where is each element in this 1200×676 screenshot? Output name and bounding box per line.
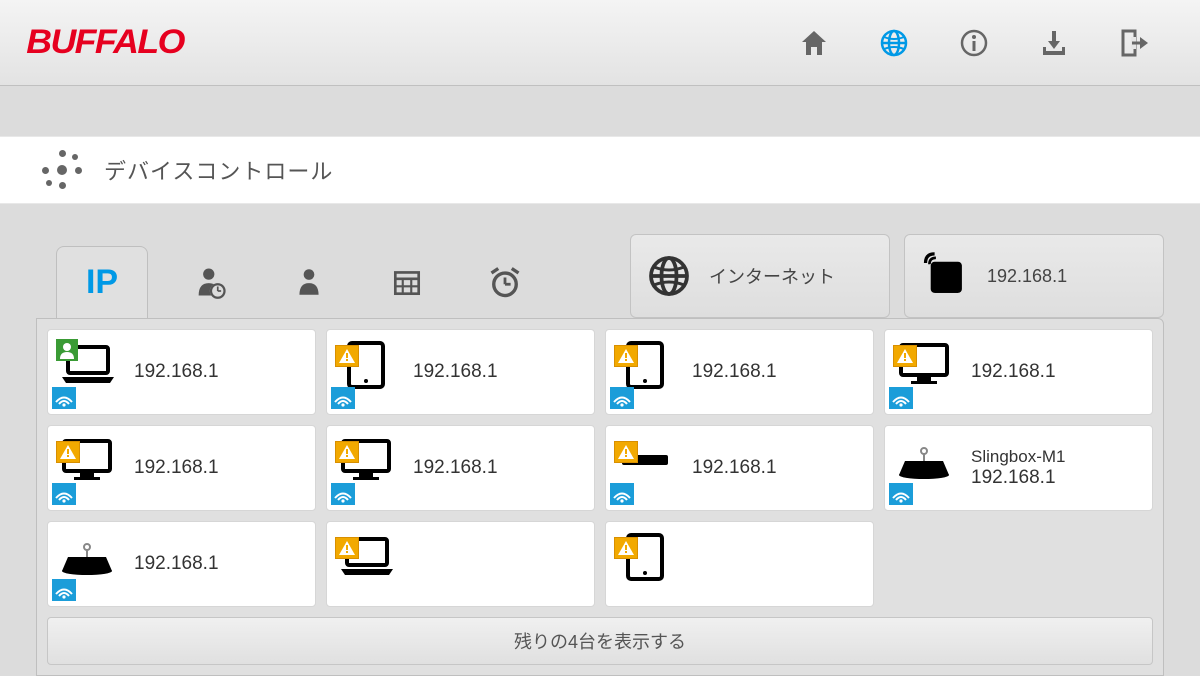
- tab-ip[interactable]: IP: [56, 246, 148, 318]
- internet-label: インターネット: [709, 263, 835, 289]
- router-ip: 192.168.1: [987, 266, 1067, 287]
- tab-person[interactable]: [284, 257, 334, 307]
- device-card[interactable]: [326, 521, 595, 607]
- device-icon: [333, 433, 403, 503]
- top-row: IP インターネット 192.168.1: [36, 234, 1164, 318]
- tab-person-clock[interactable]: [186, 257, 236, 307]
- device-text: 192.168.1: [134, 457, 219, 479]
- user-badge-icon: [56, 339, 78, 361]
- download-icon[interactable]: [1038, 27, 1070, 59]
- router-box[interactable]: 192.168.1: [904, 234, 1164, 318]
- device-icon: [333, 529, 403, 599]
- wifi-badge-icon: [889, 483, 913, 505]
- warning-badge-icon: [335, 537, 359, 559]
- device-text: 192.168.1: [413, 457, 498, 479]
- header-icons: [798, 27, 1170, 59]
- device-icon: [612, 529, 682, 599]
- wifi-badge-icon: [610, 483, 634, 505]
- wifi-badge-icon: [610, 387, 634, 409]
- wifi-badge-icon: [52, 483, 76, 505]
- device-ip: 192.168.1: [134, 457, 219, 479]
- device-icon: [612, 337, 682, 407]
- tabs: IP: [36, 246, 530, 318]
- network-boxes: インターネット 192.168.1: [630, 234, 1164, 318]
- spacer: [0, 86, 1200, 136]
- device-icon: [54, 433, 124, 503]
- home-icon[interactable]: [798, 27, 830, 59]
- device-card[interactable]: 192.168.1: [605, 425, 874, 511]
- device-icon: [54, 337, 124, 407]
- wifi-badge-icon: [331, 387, 355, 409]
- tab-alarm[interactable]: [480, 257, 530, 307]
- warning-badge-icon: [56, 441, 80, 463]
- device-icon: [891, 337, 961, 407]
- warning-badge-icon: [335, 441, 359, 463]
- device-name: Slingbox-M1: [971, 447, 1066, 467]
- device-ip: 192.168.1: [134, 361, 219, 383]
- device-text: Slingbox-M1192.168.1: [971, 447, 1066, 489]
- tab-calendar[interactable]: [382, 257, 432, 307]
- content: IP インターネット 192.168.1 192.168.1: [0, 204, 1200, 676]
- device-card[interactable]: 192.168.1: [47, 329, 316, 415]
- device-ip: 192.168.1: [413, 457, 498, 479]
- warning-badge-icon: [335, 345, 359, 367]
- device-icon: [891, 433, 961, 503]
- section-header: デバイスコントロール: [0, 136, 1200, 204]
- brand-logo: BUFFALO: [26, 23, 184, 62]
- device-card[interactable]: 192.168.1: [326, 329, 595, 415]
- device-ip: 192.168.1: [134, 553, 219, 575]
- internet-box[interactable]: インターネット: [630, 234, 890, 318]
- wifi-badge-icon: [889, 387, 913, 409]
- show-more-button[interactable]: 残りの4台を表示する: [47, 617, 1153, 665]
- device-ip: 192.168.1: [413, 361, 498, 383]
- device-card[interactable]: 192.168.1: [326, 425, 595, 511]
- device-control-icon: [42, 150, 82, 190]
- wifi-badge-icon: [52, 579, 76, 601]
- device-card[interactable]: Slingbox-M1192.168.1: [884, 425, 1153, 511]
- warning-badge-icon: [614, 441, 638, 463]
- device-text: 192.168.1: [134, 361, 219, 383]
- device-icon: [612, 433, 682, 503]
- device-card[interactable]: [605, 521, 874, 607]
- device-text: 192.168.1: [413, 361, 498, 383]
- section-title: デバイスコントロール: [104, 154, 333, 186]
- globe-icon[interactable]: [878, 27, 910, 59]
- device-icon: [333, 337, 403, 407]
- device-ip: 192.168.1: [971, 467, 1066, 489]
- device-icon: [54, 529, 124, 599]
- device-text: 192.168.1: [971, 361, 1056, 383]
- wifi-badge-icon: [331, 483, 355, 505]
- logout-icon[interactable]: [1118, 27, 1150, 59]
- wifi-badge-icon: [52, 387, 76, 409]
- device-text: 192.168.1: [692, 457, 777, 479]
- warning-badge-icon: [614, 537, 638, 559]
- device-text: 192.168.1: [692, 361, 777, 383]
- device-card[interactable]: 192.168.1: [884, 329, 1153, 415]
- warning-badge-icon: [614, 345, 638, 367]
- info-icon[interactable]: [958, 27, 990, 59]
- warning-badge-icon: [893, 345, 917, 367]
- device-grid: 192.168.1 192.168.1 192.168.1 192.168.1 …: [36, 318, 1164, 676]
- top-header: BUFFALO: [0, 0, 1200, 86]
- device-card[interactable]: 192.168.1: [47, 425, 316, 511]
- device-ip: 192.168.1: [692, 457, 777, 479]
- device-card[interactable]: 192.168.1: [605, 329, 874, 415]
- device-card[interactable]: 192.168.1: [47, 521, 316, 607]
- device-ip: 192.168.1: [692, 361, 777, 383]
- device-text: 192.168.1: [134, 553, 219, 575]
- device-ip: 192.168.1: [971, 361, 1056, 383]
